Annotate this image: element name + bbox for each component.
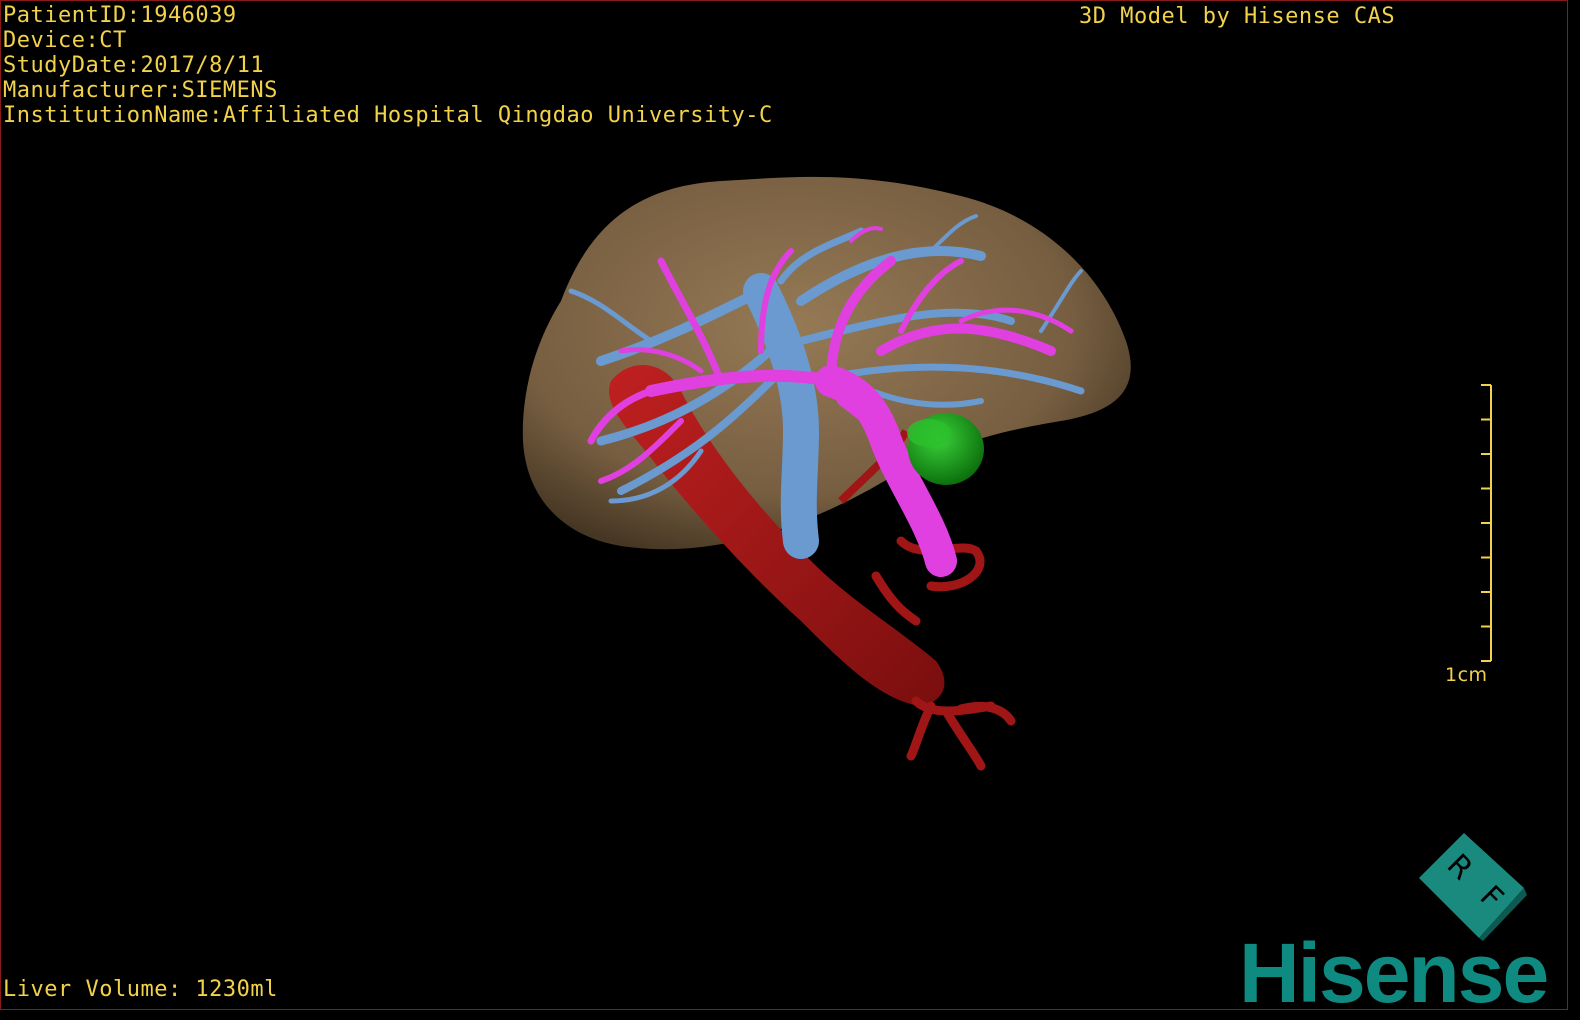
brand-logo: Hisense [1239,926,1549,1010]
liver-surface [522,176,1131,550]
scale-label: 1cm [1445,664,1488,686]
liver-volume: Liver Volume: 1230ml [3,977,278,1002]
3d-viewport[interactable]: PatientID:1946039 Device:CT StudyDate:20… [0,0,1568,1010]
patient-id: PatientID:1946039 [3,3,237,28]
study-info: PatientID:1946039 Device:CT StudyDate:20… [3,3,773,128]
model-credit: 3D Model by Hisense CAS [1079,4,1396,29]
manufacturer: Manufacturer:SIEMENS [3,78,278,103]
study-date: StudyDate:2017/8/11 [3,53,265,78]
liver-3d-model[interactable] [1,1,1568,1010]
institution-name: InstitutionName:Affiliated Hospital Qing… [3,103,773,128]
device: Device:CT [3,28,127,53]
scale-bar [1481,384,1492,662]
